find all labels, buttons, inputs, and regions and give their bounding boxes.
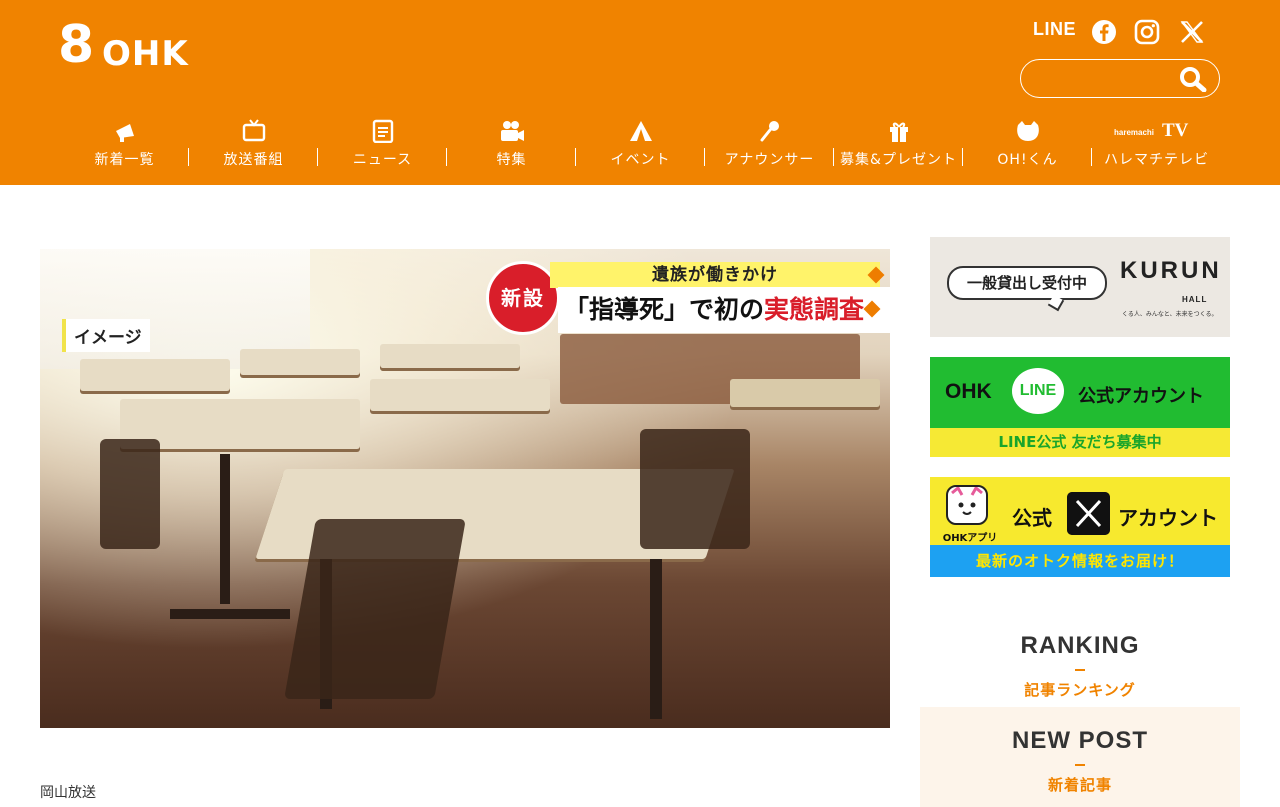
kurun-logo: KURUN [1120, 257, 1222, 284]
haremachi-tv-logo: haremachi TV [1114, 120, 1204, 144]
search-icon[interactable] [1179, 66, 1207, 92]
desk-leg [650, 559, 662, 719]
nav-label: 特集 [496, 152, 527, 168]
social-links: LINE [1030, 16, 1220, 50]
nav-item-programs[interactable]: 放送番組 [189, 118, 318, 170]
nav-item-announcers[interactable]: アナウンサー [705, 118, 834, 170]
line-logo-icon: LINE [1012, 368, 1064, 414]
gift-icon [889, 122, 908, 142]
kurun-hall-text: HALL [1182, 295, 1208, 304]
new-badge: 新設 [486, 261, 560, 335]
x-banner-account: アカウント [1118, 506, 1218, 530]
desk-back [380, 344, 520, 368]
ranking-subtitle: 記事ランキング [1024, 681, 1136, 699]
desk-right [730, 379, 880, 407]
x-logo-icon [1067, 492, 1110, 535]
x-banner-sub: 最新のオトク情報をお届け！ [930, 545, 1230, 577]
line-link[interactable]: LINE [1033, 19, 1076, 40]
nav-item-present[interactable]: 募集&プレゼント [834, 118, 963, 170]
caption-main: 「指導死」で初の実態調査 [558, 287, 890, 333]
megaphone-icon [115, 124, 134, 142]
desk-leg [220, 454, 230, 604]
cat-face-drawing [951, 485, 983, 515]
notepad-icon [372, 119, 393, 143]
microphone-icon [760, 121, 779, 142]
ohkun-face-icon [946, 485, 988, 525]
newpost-subtitle: 新着記事 [1047, 776, 1112, 794]
section-dash [1075, 764, 1085, 766]
kurun-hall-banner[interactable]: 一般貸出し受付中 KURUN HALL くる人、みんなと、未来をつくる。 [930, 237, 1230, 337]
nav-label: 新着一覧 [94, 152, 155, 168]
nav-label: アナウンサー [724, 152, 815, 168]
nav-item-haremachi-tv[interactable]: haremachi TV ハレマチテレビ [1092, 118, 1221, 170]
facebook-icon[interactable] [1090, 18, 1118, 46]
desk-leg [170, 609, 290, 619]
ohk-logo[interactable]: 8 OHK [58, 14, 198, 76]
nav-label: 放送番組 [223, 152, 284, 168]
nav-item-new-list[interactable]: 新着一覧 [60, 118, 189, 170]
line-account-banner[interactable]: OHK LINE 公式アカウント LINE公式 友だち募集中 [930, 357, 1230, 457]
nav-item-news[interactable]: ニュース [318, 118, 447, 170]
nav-item-ohkun[interactable]: OH!くん [963, 118, 1092, 170]
cat-face-icon [1016, 121, 1039, 141]
ranking-title: RANKING [1020, 632, 1140, 659]
nav-label: イベント [610, 152, 671, 168]
desk-back [240, 349, 360, 375]
nav-label: OH!くん [997, 152, 1058, 168]
desk-back-left [80, 359, 230, 391]
site-header: 8 OHK LINE 新着一覧 放送番組 ニュース 特集 イベント アナウンサー… [0, 0, 1280, 185]
x-twitter-icon[interactable] [1178, 18, 1206, 46]
caption-top: 遺族が働きかけ [550, 262, 880, 288]
chair-left [100, 439, 160, 549]
chair-front [284, 519, 466, 699]
ohk-app-label: OHKアプリ [942, 533, 998, 544]
line-banner-account: 公式アカウント [1078, 386, 1204, 407]
nav-item-events[interactable]: イベント [576, 118, 705, 170]
image-label: イメージ [62, 319, 150, 352]
caption-main-b: 実態調査 [764, 295, 865, 324]
section-dash [1075, 669, 1085, 671]
ohk-app-icon: OHKアプリ [940, 485, 997, 545]
main-nav: 新着一覧 放送番組 ニュース 特集 イベント アナウンサー 募集&プレゼント O… [60, 118, 1220, 170]
video-camera-icon [500, 121, 524, 141]
search-box [1020, 59, 1220, 98]
nav-item-features[interactable]: 特集 [447, 118, 576, 170]
line-banner-sub: LINE公式 友だち募集中 [930, 428, 1230, 457]
article-source: 岡山放送 [40, 785, 96, 801]
caption-main-a: 「指導死」で初の [564, 295, 765, 324]
tv-icon [242, 119, 265, 142]
kurun-tagline: くる人、みんなと、未来をつくる。 [1122, 311, 1218, 318]
x-account-banner[interactable]: OHKアプリ 公式 アカウント 最新のオトク情報をお届け！ [930, 477, 1230, 577]
x-banner-official: 公式 [1012, 506, 1052, 530]
newpost-title: NEW POST [1011, 727, 1148, 754]
line-banner-top: OHK LINE 公式アカウント [930, 357, 1230, 428]
article-hero-image: 新設 遺族が働きかけ 「指導死」で初の実態調査 イメージ [40, 249, 890, 728]
nav-label: ハレマチテレビ [1104, 152, 1209, 168]
haremachi-logo-tv: TV [1162, 120, 1189, 141]
line-banner-ohk: OHK [945, 380, 992, 403]
instagram-icon[interactable] [1133, 18, 1161, 46]
tent-icon [629, 121, 652, 141]
logo-text: OHK [102, 34, 189, 74]
chair-right [640, 429, 750, 549]
ranking-section: RANKING 記事ランキング [930, 632, 1230, 700]
nav-label: ニュース [352, 152, 413, 168]
desk-middle [370, 379, 550, 411]
haremachi-logo-small: haremachi [1114, 128, 1155, 137]
newpost-section: NEW POST 新着記事 [920, 707, 1240, 807]
kurun-bubble: 一般貸出し受付中 [947, 266, 1107, 300]
logo-number: 8 [58, 15, 95, 75]
search-input[interactable] [1035, 68, 1175, 90]
nav-label: 募集&プレゼント [840, 152, 957, 168]
